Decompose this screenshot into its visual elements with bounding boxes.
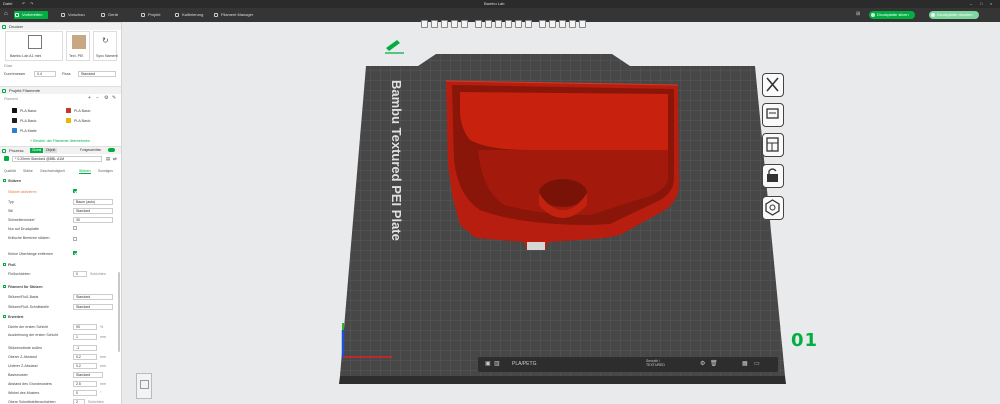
plate-type-icon[interactable]: ▣ [485, 360, 491, 367]
plate-filament-label: PLA/PETG [512, 361, 537, 367]
lock-icon [767, 168, 778, 182]
plate-brand-text: Bambu Textured PEI Plate [389, 80, 404, 241]
arrange-plate-button[interactable] [762, 103, 784, 127]
build-plate-scene[interactable]: Bambu Textured PEI Plate [0, 0, 1000, 404]
plate-arrange-icon[interactable]: ▦ [742, 360, 748, 367]
view-cube-icon [140, 380, 149, 389]
layout-icon [766, 137, 779, 152]
arrange-icon [766, 108, 779, 119]
lock-plate-button[interactable] [762, 164, 784, 188]
plate-settings-icon[interactable]: ⚙ [700, 360, 705, 367]
plate-surface-label: Smooth / TEXTURED [646, 359, 665, 367]
plate-number: 01 [791, 330, 819, 351]
plate-filament-icon[interactable]: ▥ [494, 360, 500, 367]
close-icon [766, 77, 779, 92]
orient-plate-button[interactable] [762, 133, 784, 157]
delete-plate-button[interactable] [762, 73, 784, 97]
plate-delete-icon[interactable]: 🗑 [710, 360, 718, 367]
plate-thumbnail-preview[interactable] [136, 373, 152, 399]
plate-lock-icon[interactable]: ▭ [754, 360, 760, 367]
plate-edge [339, 376, 786, 384]
hexagon-settings-icon [765, 199, 780, 216]
edit-plate-name-icon[interactable] [385, 40, 404, 54]
plate-settings-button[interactable] [762, 196, 784, 220]
